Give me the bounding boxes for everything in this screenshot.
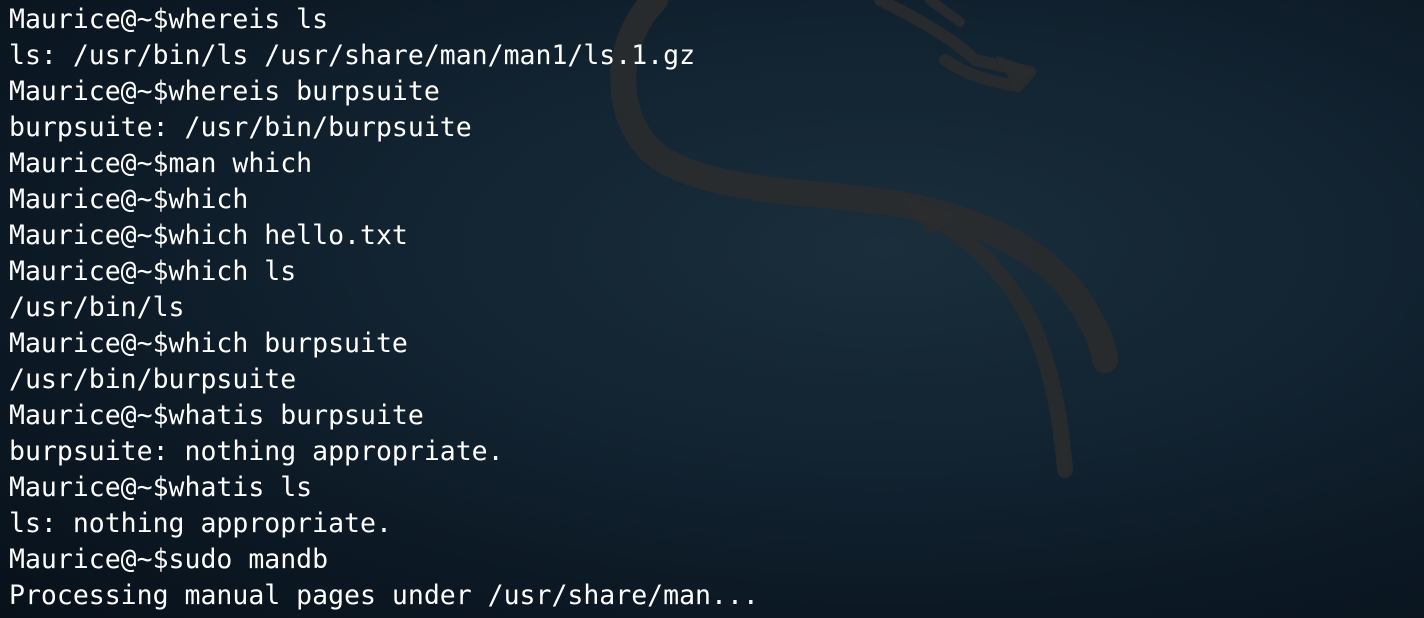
command-line: Maurice@~$man which — [9, 148, 313, 179]
output-line: Processing manual pages under /usr/share… — [9, 580, 759, 611]
output-line: /usr/bin/burpsuite — [9, 364, 297, 395]
command-line: Maurice@~$sudo mandb — [9, 544, 329, 575]
command-line: Maurice@~$whatis burpsuite — [9, 400, 424, 431]
command-line: Maurice@~$which — [9, 184, 249, 215]
output-line: ls: nothing appropriate. — [9, 508, 392, 539]
output-line: burpsuite: nothing appropriate. — [9, 436, 504, 467]
terminal-window[interactable]: Maurice@~$whereis ls ls: /usr/bin/ls /us… — [0, 0, 1424, 618]
output-line: /usr/bin/ls — [9, 292, 185, 323]
command-line: Maurice@~$whereis ls — [9, 4, 329, 35]
command-line: Maurice@~$which burpsuite — [9, 328, 408, 359]
command-line: Maurice@~$whatis ls — [9, 472, 313, 503]
terminal-output: Maurice@~$whereis ls ls: /usr/bin/ls /us… — [9, 2, 1409, 614]
command-line: Maurice@~$whereis burpsuite — [9, 76, 440, 107]
output-line: burpsuite: /usr/bin/burpsuite — [9, 112, 472, 143]
output-line: ls: /usr/bin/ls /usr/share/man/man1/ls.1… — [9, 40, 696, 71]
command-line: Maurice@~$which ls — [9, 256, 297, 287]
command-line: Maurice@~$which hello.txt — [9, 220, 408, 251]
